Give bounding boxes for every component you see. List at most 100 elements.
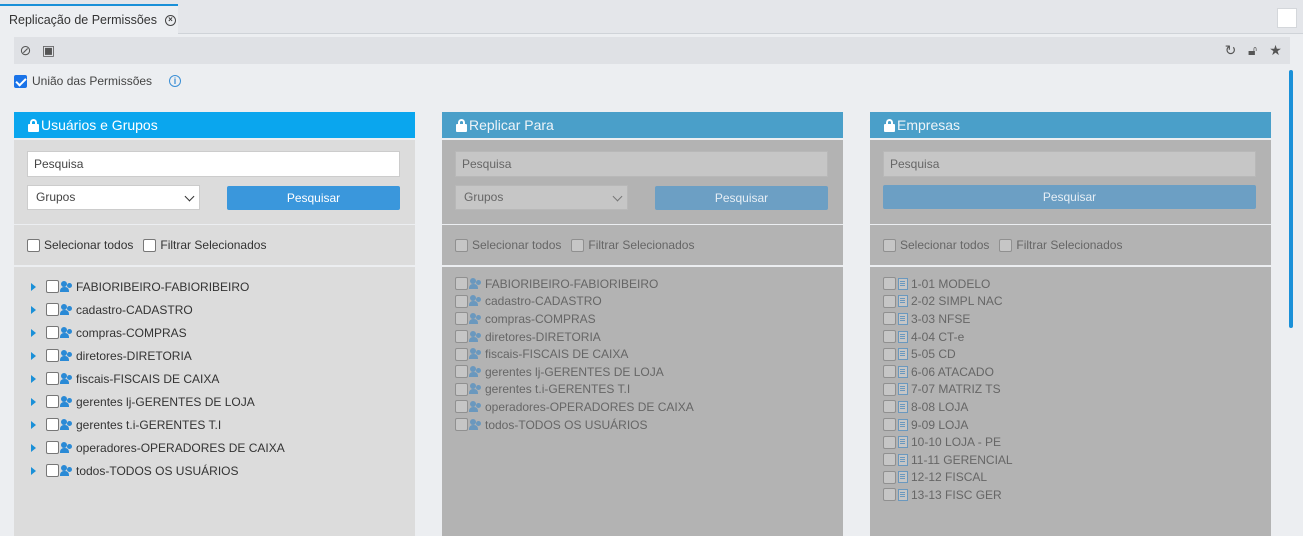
select-all-checkbox [455,238,468,252]
filter-selected[interactable]: Filtrar Selecionados [143,238,266,252]
company-icon [898,277,908,290]
node-label: gerentes lj-GERENTES DE LOJA [76,394,255,409]
item-label: gerentes t.i-GERENTES T.I [485,382,631,397]
item-checkbox [455,312,468,326]
expand-icon[interactable] [31,397,36,406]
item-label: todos-TODOS OS USUÁRIOS [485,417,648,432]
panel-header: Empresas [870,112,1271,138]
tree-node[interactable]: FABIORIBEIRO-FABIORIBEIRO [14,275,415,298]
filter-selected-checkbox[interactable] [143,238,157,252]
lock-icon [28,118,39,132]
item-label: 9-09 LOJA [911,417,969,432]
tree-node[interactable]: todos-TODOS OS USUÁRIOS [14,459,415,482]
refresh-icon[interactable]: ↻ [1223,43,1238,58]
list-item: cadastro-CADASTRO [442,293,843,311]
save-icon[interactable]: ▣ [41,43,56,58]
tree-node[interactable]: compras-COMPRAS [14,321,415,344]
item-checkbox [883,277,896,291]
tree-node[interactable]: cadastro-CADASTRO [14,298,415,321]
node-checkbox[interactable] [46,280,59,293]
users-icon [60,326,74,339]
chevron-down-icon [184,191,195,202]
select-all-label: Selecionar todos [900,238,990,252]
expand-icon[interactable] [31,282,36,291]
node-checkbox[interactable] [46,303,59,316]
window-menu-icon[interactable] [1277,8,1297,28]
select-value: Grupos [36,190,76,204]
node-checkbox[interactable] [46,418,59,431]
expand-icon[interactable] [31,466,36,475]
list-item: todos-TODOS OS USUÁRIOS [442,416,843,434]
filter-selected-checkbox [999,238,1013,252]
node-label: todos-TODOS OS USUÁRIOS [76,463,239,478]
scrollbar[interactable] [1289,70,1293,328]
item-label: 3-03 NFSE [911,311,971,326]
expand-icon[interactable] [31,305,36,314]
list-item: compras-COMPRAS [442,310,843,328]
tab-replicacao[interactable]: Replicação de Permissões × [0,4,178,34]
tree-node[interactable]: gerentes lj-GERENTES DE LOJA [14,390,415,413]
item-checkbox [455,347,468,361]
users-icon [469,295,483,307]
star-icon[interactable]: ★ [1268,43,1283,58]
selection-bar: Selecionar todos Filtrar Selecionados [442,225,843,265]
list-item: 6-06 ATACADO [870,363,1271,381]
list-item: 7-07 MATRIZ TS [870,381,1271,399]
item-label: 4-04 CT-e [911,329,965,344]
select-all[interactable]: Selecionar todos [27,238,133,252]
select-value: Grupos [464,190,504,204]
item-label: 10-10 LOJA - PE [911,435,1002,450]
search-button[interactable]: Pesquisar [227,186,400,210]
item-checkbox [883,470,896,484]
expand-icon[interactable] [31,374,36,383]
filter-selected-label: Filtrar Selecionados [160,238,267,252]
item-checkbox [455,330,468,344]
list-item: 4-04 CT-e [870,328,1271,346]
company-icon [898,418,908,431]
tree-node[interactable]: fiscais-FISCAIS DE CAIXA [14,367,415,390]
search-input: Pesquisa [455,151,828,177]
cancel-icon[interactable]: ⊘ [18,43,33,58]
item-label: compras-COMPRAS [485,311,596,326]
info-icon[interactable]: i [169,75,182,87]
users-icon [469,365,483,378]
node-checkbox[interactable] [46,349,59,362]
list-item: 3-03 NFSE [870,310,1271,328]
expand-icon[interactable] [31,443,36,452]
list-item: 2-02 SIMPL NAC [870,293,1271,311]
item-checkbox [883,382,896,396]
item-label: fiscais-FISCAIS DE CAIXA [485,347,629,362]
node-checkbox[interactable] [46,464,59,477]
group-tree: FABIORIBEIRO-FABIORIBEIRO cadastro-CADAS… [14,267,415,536]
selection-bar: Selecionar todos Filtrar Selecionados [14,225,415,265]
filter-selected-label: Filtrar Selecionados [1016,238,1123,252]
search-input[interactable]: Pesquisa [27,151,400,177]
item-label: 12-12 FISCAL [911,470,988,485]
union-permissions[interactable]: União das Permissões i [14,74,182,88]
chevron-down-icon [612,191,623,202]
tab-bar: Replicação de Permissões × [0,0,1303,34]
expand-icon[interactable] [31,351,36,360]
tree-node[interactable]: operadores-OPERADORES DE CAIXA [14,436,415,459]
search-input: Pesquisa [883,151,1256,177]
type-select[interactable]: Grupos [27,185,200,210]
tree-node[interactable]: diretores-DIRETORIA [14,344,415,367]
search-button: Pesquisar [883,185,1256,209]
select-all-checkbox [883,238,896,252]
panel-header: Replicar Para [442,112,843,138]
node-checkbox[interactable] [46,372,59,385]
tree-node[interactable]: gerentes t.i-GERENTES T.I [14,413,415,436]
item-checkbox [883,400,896,414]
company-icon [898,295,908,308]
node-checkbox[interactable] [46,441,59,454]
union-checkbox[interactable] [14,74,27,88]
close-icon[interactable]: × [165,14,176,26]
expand-icon[interactable] [31,328,36,337]
node-checkbox[interactable] [46,326,59,339]
node-checkbox[interactable] [46,395,59,408]
select-all-checkbox[interactable] [27,238,40,252]
item-label: 1-01 MODELO [911,276,991,291]
expand-icon[interactable] [31,420,36,429]
lock-icon[interactable]: 🔓︎ [1245,43,1260,58]
item-checkbox [883,312,896,326]
